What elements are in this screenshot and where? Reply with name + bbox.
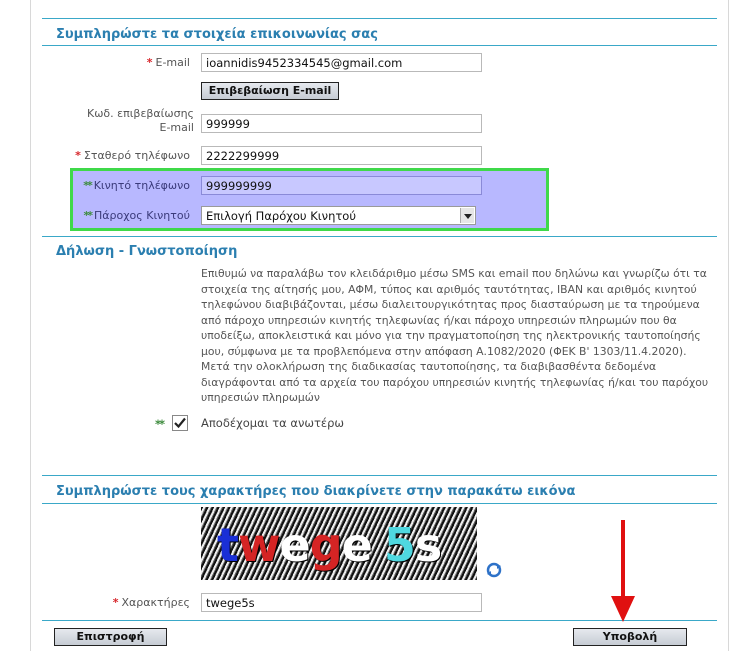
verification-code-field[interactable]: 999999 (201, 114, 482, 133)
section-divider (42, 45, 717, 46)
mobile-field[interactable]: 999999999 (201, 176, 482, 195)
captcha-letter: w (238, 518, 280, 572)
frame-left-border (30, 0, 31, 651)
provider-select[interactable]: Επιλογή Παρόχου Κινητού (201, 206, 476, 225)
frame-right-border (728, 0, 729, 651)
provider-label-text: Πάροχος Κινητού (93, 209, 190, 222)
accept-checkbox[interactable] (172, 415, 188, 431)
required-marker: * (146, 56, 153, 69)
annotation-arrow-icon (611, 520, 635, 622)
captcha-letters: twege 5s (217, 517, 442, 573)
verification-code-label: Κωδ. επιβεβαίωσης E-mail (60, 107, 194, 135)
captcha-letter: e (341, 518, 373, 572)
section-divider (42, 475, 717, 476)
email-field[interactable]: ioannidis9452334545@gmail.com (201, 53, 482, 72)
double-marker: ** (83, 209, 92, 222)
submit-button[interactable]: Υποβολή (573, 628, 687, 646)
landline-label: * Σταθερό τηλέφωνο (50, 149, 190, 163)
captcha-letter: g (309, 518, 343, 572)
verification-code-label-line1: Κωδ. επιβεβαίωσης (86, 107, 194, 120)
required-marker: * (112, 596, 119, 609)
double-marker: ** (155, 417, 165, 431)
section-divider (42, 503, 717, 504)
captcha-letter: 5 (383, 518, 416, 572)
email-label: * E-mail (60, 56, 190, 70)
captcha-letter: s (414, 518, 442, 572)
section-divider (42, 18, 717, 19)
captcha-title: Συμπληρώστε τους χαρακτήρες που διακρίνε… (56, 484, 576, 499)
mobile-label-text: Κινητό τηλέφωνο (93, 179, 190, 192)
contact-section-title: Συμπληρώστε τα στοιχεία επικοινωνίας σας (56, 27, 378, 42)
mobile-label: ** Κινητό τηλέφωνο (70, 179, 190, 193)
refresh-captcha-icon[interactable] (486, 562, 502, 578)
provider-selected-value: Επιλογή Παρόχου Κινητού (206, 209, 356, 223)
captcha-image: twege 5s (201, 507, 477, 580)
captcha-input[interactable]: twege5s (201, 593, 482, 612)
confirm-email-button[interactable]: Επιβεβαίωση E-mail (201, 82, 339, 100)
characters-label: * Χαρακτήρες (60, 596, 190, 610)
captcha-letter: e (279, 518, 311, 572)
email-label-text: E-mail (155, 56, 191, 69)
double-marker: ** (83, 179, 92, 192)
characters-label-text: Χαρακτήρες (121, 596, 190, 609)
verification-code-label-line2: E-mail (159, 121, 195, 134)
landline-label-text: Σταθερό τηλέφωνο (83, 149, 190, 162)
back-button[interactable]: Επιστροφή (54, 628, 167, 646)
chevron-down-icon[interactable] (460, 208, 474, 223)
accept-label: Αποδέχομαι τα ανωτέρω (201, 416, 345, 430)
provider-label: ** Πάροχος Κινητού (70, 209, 190, 223)
declaration-title: Δήλωση - Γνωστοποίηση (56, 244, 238, 259)
landline-field[interactable]: 2222299999 (201, 146, 482, 165)
declaration-text: Επιθυμώ να παραλάβω τον κλειδάριθμο μέσω… (201, 267, 709, 404)
section-divider (42, 236, 717, 237)
captcha-letter: t (217, 518, 239, 572)
checkmark-icon (174, 417, 186, 429)
required-marker: * (75, 149, 81, 162)
